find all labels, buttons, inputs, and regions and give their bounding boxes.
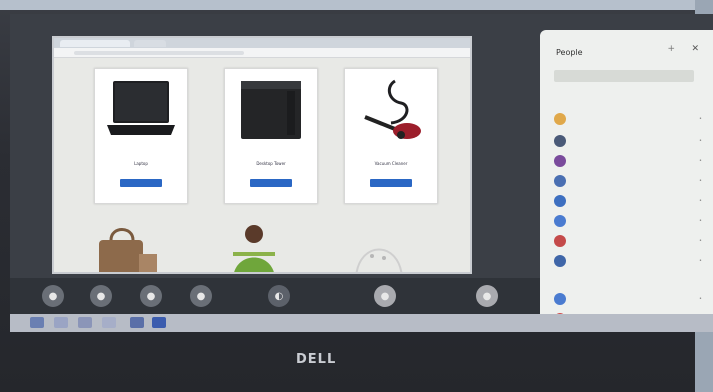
avatar [554,293,566,305]
taskbar-app-icon[interactable] [78,317,92,328]
mic-icon: • [699,178,702,184]
product-name: Vacuum Cleaner [374,161,408,166]
product-name: Desktop Tower [256,161,286,166]
end-call-icon[interactable]: ● [476,285,498,307]
more-options-icon[interactable]: ● [374,285,396,307]
mic-icon: • [699,158,702,164]
participant-row[interactable]: • [554,154,704,168]
participant-row[interactable]: • [554,174,704,188]
browser-tab-bar [54,38,470,48]
participant-row[interactable]: • [554,292,704,306]
product-card[interactable]: Laptop [94,68,188,204]
participant-row[interactable]: • [554,214,704,228]
browser-tab[interactable] [134,39,166,47]
browser-address-bar[interactable] [54,48,470,58]
avatar [554,235,566,247]
browser-tab[interactable] [60,39,130,47]
mic-icon: • [699,198,702,204]
participant-row[interactable]: • [554,134,704,148]
handbag-image[interactable] [89,220,159,272]
url-text [74,50,244,55]
call-control-bar: ● ● ● ● ◐ ● ● [10,278,540,314]
avatar [554,255,566,267]
taskbar-app-icon[interactable] [102,317,116,328]
mic-icon: • [699,238,702,244]
avatar [554,215,566,227]
desktop-tower-image [235,77,307,143]
add-to-cart-button[interactable] [250,179,292,187]
product-name: Laptop [134,161,148,166]
captions-icon[interactable]: ● [140,285,162,307]
avatar [554,135,566,147]
room-background-top [0,0,713,10]
mic-icon: • [699,258,702,264]
product-card[interactable]: Desktop Tower [224,68,318,204]
shared-browser-window: Laptop Desktop Tower Vacuum Cleaner [52,36,472,274]
present-screen-icon[interactable]: ◐ [268,285,290,307]
avatar [554,113,566,125]
person-photo[interactable] [219,220,289,272]
participant-row[interactable]: • [554,254,704,268]
necklace-image[interactable] [344,220,414,272]
product-card[interactable]: Vacuum Cleaner [344,68,438,204]
avatar [554,195,566,207]
participant-row[interactable]: • [554,234,704,248]
laptop-image [105,77,177,143]
taskbar-app-icon[interactable] [130,317,144,328]
camera-icon[interactable]: ● [90,285,112,307]
mic-icon: • [699,138,702,144]
taskbar-app-icon[interactable] [152,317,166,328]
participant-row[interactable]: • [554,112,704,126]
people-panel-title: People [556,48,583,57]
monitor-brand-logo: DELL [296,352,337,367]
taskbar-app-icon[interactable] [54,317,68,328]
add-to-cart-button[interactable] [120,179,162,187]
mic-icon: • [699,296,702,302]
taskbar [10,314,713,332]
mic-icon: • [699,116,702,122]
avatar [554,155,566,167]
people-panel: People + ✕ • • • • • • • • • [540,30,713,332]
vacuum-cleaner-image [355,77,427,143]
close-icon[interactable]: ✕ [691,44,699,54]
taskbar-app-icon[interactable] [30,317,44,328]
people-search-input[interactable] [554,70,694,82]
add-to-cart-button[interactable] [370,179,412,187]
add-person-icon[interactable]: + [667,44,675,54]
avatar [554,175,566,187]
participant-row[interactable]: • [554,194,704,208]
mic-icon: • [699,218,702,224]
mic-icon[interactable]: ● [42,285,64,307]
raise-hand-icon[interactable]: ● [190,285,212,307]
